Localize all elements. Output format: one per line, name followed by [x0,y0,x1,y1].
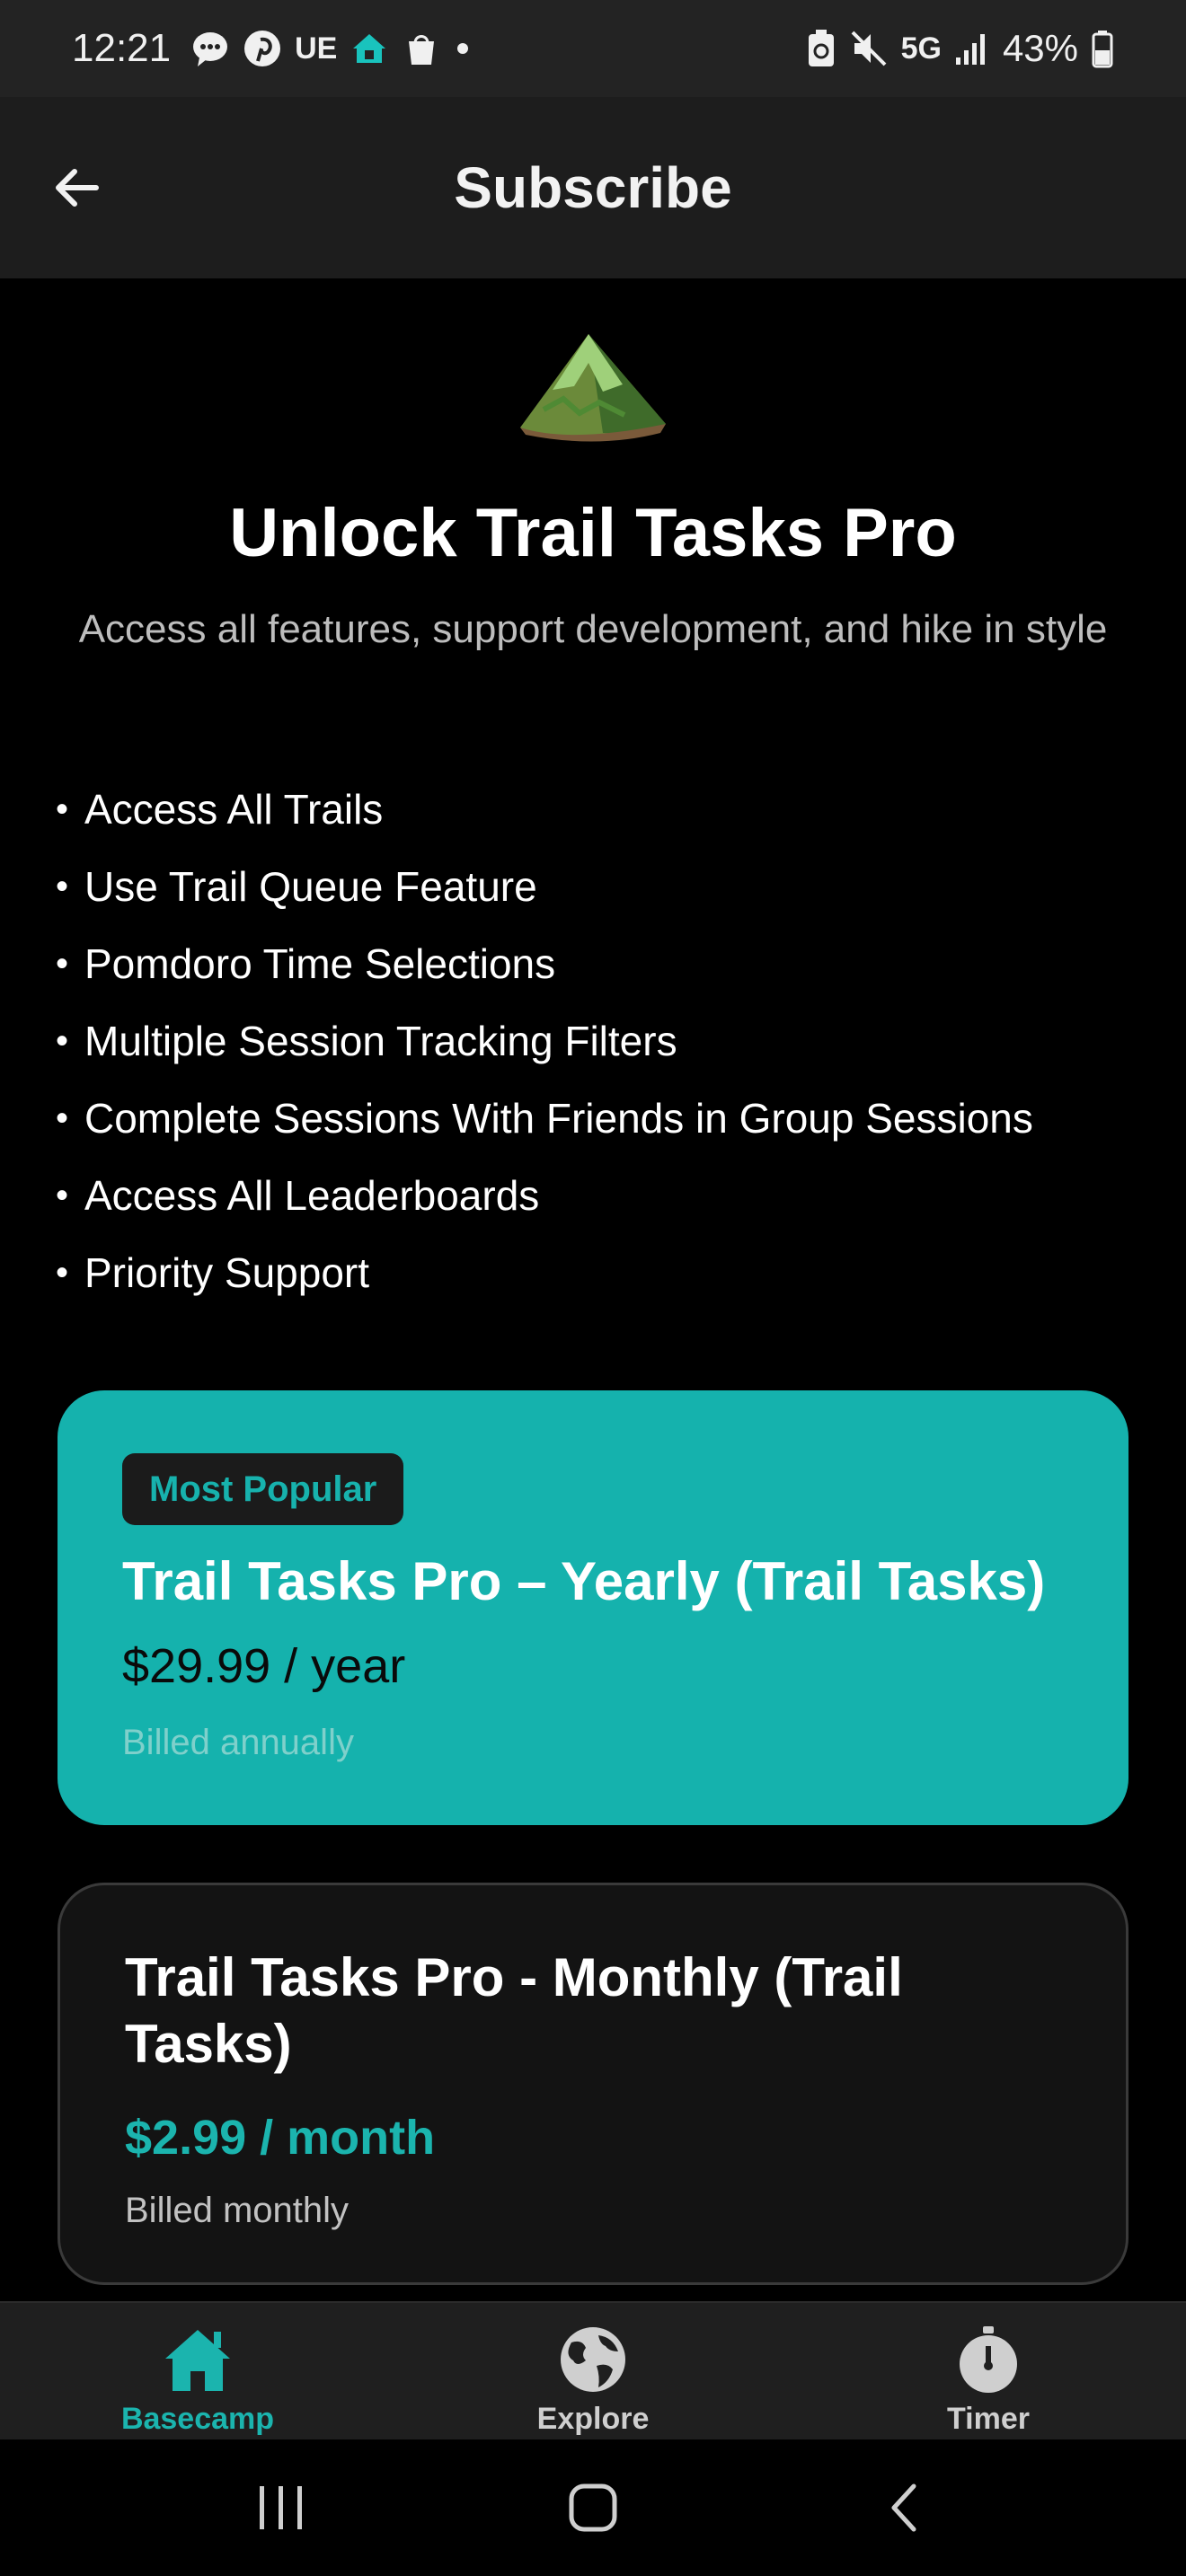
bullet: • [56,1020,69,1061]
recent-apps-button[interactable] [227,2472,335,2544]
shopping-bag-icon [402,29,441,68]
chevron-left-icon [891,2483,916,2532]
stopwatch-icon [960,2326,1017,2393]
bullet: • [56,943,69,984]
network-type: 5G [900,31,942,66]
feature-label: Multiple Session Tracking Filters [84,1018,677,1064]
nav-label: Explore [536,2402,650,2436]
page-title: Subscribe [454,155,732,220]
status-right: 5G 43% [806,27,1114,70]
feature-label: Access All Trails [84,786,384,833]
plan-billing: Billed monthly [125,2191,350,2230]
status-left: 12:21 UE [72,26,472,71]
bullet: • [56,1252,69,1292]
feature-item: • Priority Support [56,1234,1152,1311]
carrier-text: UE [295,31,338,66]
battery-percent: 43% [1002,27,1078,69]
feature-item: • Use Trail Queue Feature [56,848,1152,925]
bullet: • [56,1175,69,1215]
most-popular-badge: Most Popular [122,1453,404,1525]
mute-icon [849,29,889,68]
feature-item: • Access All Leaderboards [56,1157,1152,1234]
arrow-left-icon [56,169,99,207]
feature-label: Use Trail Queue Feature [84,863,537,910]
house-icon [165,2330,230,2391]
mountain-icon [517,327,669,444]
bullet: • [56,1098,69,1138]
system-back-button[interactable] [851,2472,959,2544]
bottom-nav: Basecamp Explore Timer [0,2301,1186,2439]
app-header: Subscribe [0,97,1186,278]
feature-item: • Access All Trails [56,771,1152,848]
plan-card-yearly[interactable]: Most Popular Trail Tasks Pro – Yearly (T… [58,1390,1128,1825]
plan-name: Trail Tasks Pro - Monthly (Trail Tasks) [125,1947,903,2074]
nav-label: Timer [947,2402,1030,2436]
hero-title: Unlock Trail Tasks Pro [229,495,957,571]
feature-list: • Access All Trails • Use Trail Queue Feat… [56,771,1152,1311]
feature-item: • Complete Sessions With Friends in Group… [56,1080,1152,1157]
home-app-icon [350,29,389,68]
plan-card-monthly[interactable]: Trail Tasks Pro - Monthly (Trail Tasks) … [58,1883,1128,2285]
nav-label: Basecamp [120,2402,275,2436]
feature-label: Access All Leaderboards [84,1172,540,1219]
globe-icon [561,2327,625,2392]
feature-label: Complete Sessions With Friends in Group … [84,1095,1033,1142]
status-time: 12:21 [72,26,172,70]
feature-item: • Multiple Session Tracking Filters [56,1002,1152,1080]
battery-icon [1091,29,1114,68]
back-button[interactable] [45,156,108,219]
bullet: • [56,789,69,829]
status-bar: 12:21 UE 5G 43% [0,0,1186,97]
chat-bubble-icon [190,29,230,68]
recent-apps-icon [260,2486,303,2529]
hero-subtitle: Access all features, support development… [78,607,1108,651]
home-button[interactable] [539,2472,647,2544]
plan-name: Trail Tasks Pro – Yearly (Trail Tasks) [122,1551,1046,1611]
notification-dot-icon [454,29,472,68]
feature-item: • Pomdoro Time Selections [56,925,1152,1002]
plan-price: $29.99 / year [122,1639,406,1693]
plan-billing: Billed annually [122,1723,354,1762]
nav-item-explore[interactable]: Explore [395,2303,791,2439]
feature-label: Priority Support [84,1249,370,1296]
battery-saver-icon [806,29,836,68]
system-nav-bar [0,2439,1186,2576]
nav-item-basecamp[interactable]: Basecamp [0,2303,395,2439]
signal-icon [954,29,990,68]
app-root: 12:21 UE 5G 43% Subscribe Unlock Trail T… [0,0,1186,2576]
home-circle-icon [569,2483,617,2532]
nav-item-timer[interactable]: Timer [791,2303,1186,2439]
feature-label: Pomdoro Time Selections [84,940,556,987]
plan-price: $2.99 / month [125,2111,436,2165]
bullet: • [56,866,69,906]
subscribe-content[interactable]: Unlock Trail Tasks Pro Access all featur… [0,278,1186,2301]
pinterest-icon [243,29,282,68]
